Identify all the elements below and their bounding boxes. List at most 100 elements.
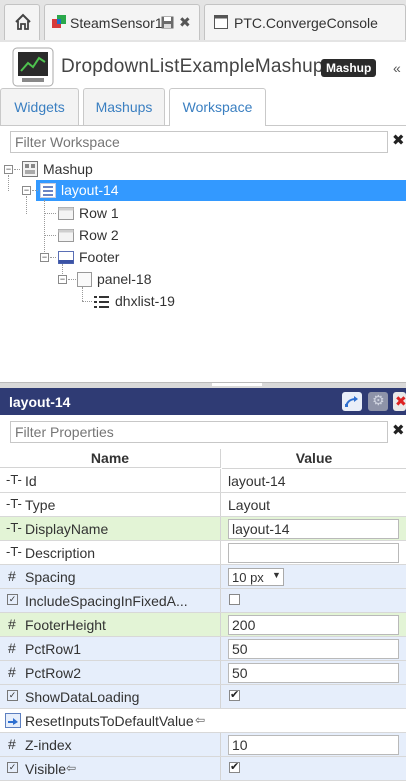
tab-steamsensor1[interactable]: SteamSensor1 ✖ (44, 4, 200, 40)
property-row-description[interactable]: -T- Description (0, 541, 406, 565)
property-row-spacing[interactable]: # Spacing 10 px ▼ (0, 565, 406, 589)
text-property-icon: -T- (6, 520, 22, 535)
row-node-icon (58, 207, 74, 220)
collapse-icon[interactable]: « (393, 60, 401, 76)
property-row-id[interactable]: -T- Id layout-14 (0, 469, 406, 493)
displayname-input[interactable] (228, 519, 399, 539)
settings-button[interactable]: ⚙ (368, 392, 388, 411)
tree-connector (82, 301, 92, 302)
page-icon (214, 15, 228, 29)
clear-filter-icon[interactable]: ✖ (392, 421, 406, 439)
number-property-icon: # (8, 616, 16, 632)
property-row-pctrow2[interactable]: # PctRow2 (0, 661, 406, 685)
visible-checkbox[interactable]: ✔ (229, 762, 240, 773)
mashup-logo-icon (12, 47, 54, 87)
property-row-showdataloading[interactable]: ✓ ShowDataLoading ✔ (0, 685, 406, 709)
includespacing-checkbox[interactable] (229, 594, 240, 605)
tree-connector (50, 257, 56, 258)
delete-widget-button[interactable]: ✖ (393, 392, 406, 411)
properties-title: layout-14 (9, 394, 71, 410)
text-property-icon: -T- (6, 544, 22, 559)
property-row-zindex[interactable]: # Z-index (0, 733, 406, 757)
property-row-pctrow1[interactable]: # PctRow1 (0, 637, 406, 661)
tree-connector (26, 196, 27, 214)
tree-connector (82, 287, 83, 301)
tree-connector (32, 190, 38, 191)
save-icon[interactable] (161, 16, 174, 29)
tree-node-label: Row 2 (79, 227, 119, 243)
property-name: Visible (25, 761, 66, 777)
zindex-input[interactable] (228, 735, 399, 755)
tree-node-label: Mashup (43, 161, 93, 177)
showdataloading-checkbox[interactable]: ✔ (229, 690, 240, 701)
property-name: Description (25, 545, 96, 561)
thing-icon (52, 15, 66, 28)
property-row-footerheight[interactable]: # FooterHeight (0, 613, 406, 637)
tree-node-label: Row 1 (79, 205, 119, 221)
mashup-badge: Mashup (321, 59, 377, 77)
property-value: layout-14 (228, 473, 286, 489)
tree-connector (8, 175, 9, 191)
mashup-title: DropdownListExampleMashup (61, 56, 324, 77)
boolean-property-icon: ✓ (7, 594, 18, 605)
boolean-property-icon: ✓ (7, 762, 18, 773)
property-row-type[interactable]: -T- Type Layout (0, 493, 406, 517)
active-tab-gap (170, 125, 265, 126)
filter-workspace-input[interactable] (10, 131, 388, 153)
pctrow1-input[interactable] (228, 639, 399, 659)
tab-ptc-convergeconsole[interactable]: PTC.ConvergeConsole (204, 4, 406, 40)
tab-label: Workspace (182, 99, 253, 115)
tree-connector (44, 235, 56, 236)
property-name: Z-index (25, 737, 72, 753)
property-row-displayname[interactable]: -T- DisplayName (0, 517, 406, 541)
filter-properties-input[interactable] (10, 421, 388, 443)
service-property-icon (5, 713, 21, 728)
close-tab-icon[interactable]: ✖ (179, 14, 191, 31)
collapse-toggle-icon[interactable]: − (22, 186, 31, 195)
chevron-down-icon: ▼ (272, 570, 281, 580)
spacing-select[interactable]: 10 px ▼ (228, 568, 284, 586)
home-icon (15, 13, 31, 30)
bindable-arrow-icon: ⇦ (195, 713, 206, 727)
list-node-icon (94, 296, 109, 308)
bindings-button[interactable] (342, 392, 362, 411)
tree-node-label: layout-14 (61, 182, 119, 198)
description-input[interactable] (228, 543, 399, 563)
layout-node-icon (40, 183, 56, 198)
tab-label: SteamSensor1 (70, 15, 163, 31)
tab-workspace[interactable]: Workspace (169, 88, 266, 126)
collapse-toggle-icon[interactable]: − (4, 165, 13, 174)
gear-icon: ⚙ (372, 392, 385, 408)
home-tab[interactable] (4, 4, 40, 40)
property-row-includespacing[interactable]: ✓ IncludeSpacingInFixedA... (0, 589, 406, 613)
property-row-visible[interactable]: ✓ Visible ⇦ ✔ (0, 757, 406, 781)
property-name: ResetInputsToDefaultValue (25, 713, 194, 729)
property-name: ShowDataLoading (25, 689, 140, 705)
property-name: PctRow2 (25, 665, 82, 681)
clear-filter-icon[interactable]: ✖ (392, 131, 406, 149)
collapse-toggle-icon[interactable]: − (58, 275, 67, 284)
collapse-toggle-icon[interactable]: − (40, 253, 49, 262)
tree-connector (44, 200, 45, 258)
delete-icon: ✖ (395, 393, 406, 409)
splitter-grip[interactable] (212, 383, 262, 386)
bindable-arrow-icon: ⇦ (66, 761, 77, 775)
share-icon (345, 396, 358, 407)
tab-widgets[interactable]: Widgets (0, 88, 79, 125)
tab-label: Mashups (95, 99, 153, 115)
text-property-icon: -T- (6, 472, 22, 487)
mashup-header: DropdownListExampleMashup Mashup « (0, 42, 406, 92)
footerheight-input[interactable] (228, 615, 399, 635)
tree-connector (44, 213, 56, 214)
pctrow2-input[interactable] (228, 663, 399, 683)
property-name: PctRow1 (25, 641, 82, 657)
boolean-property-icon: ✓ (7, 690, 18, 701)
mashup-node-icon (22, 161, 38, 177)
property-row-resetinputs[interactable]: ResetInputsToDefaultValue ⇦ (0, 709, 406, 733)
property-name: Id (25, 473, 37, 489)
properties-header: layout-14 ⚙ ✖ (0, 388, 406, 415)
property-value: Layout (228, 497, 271, 513)
tab-label: PTC.ConvergeConsole (234, 15, 378, 31)
tab-mashups[interactable]: Mashups (83, 88, 165, 125)
tree-connector (68, 279, 76, 280)
